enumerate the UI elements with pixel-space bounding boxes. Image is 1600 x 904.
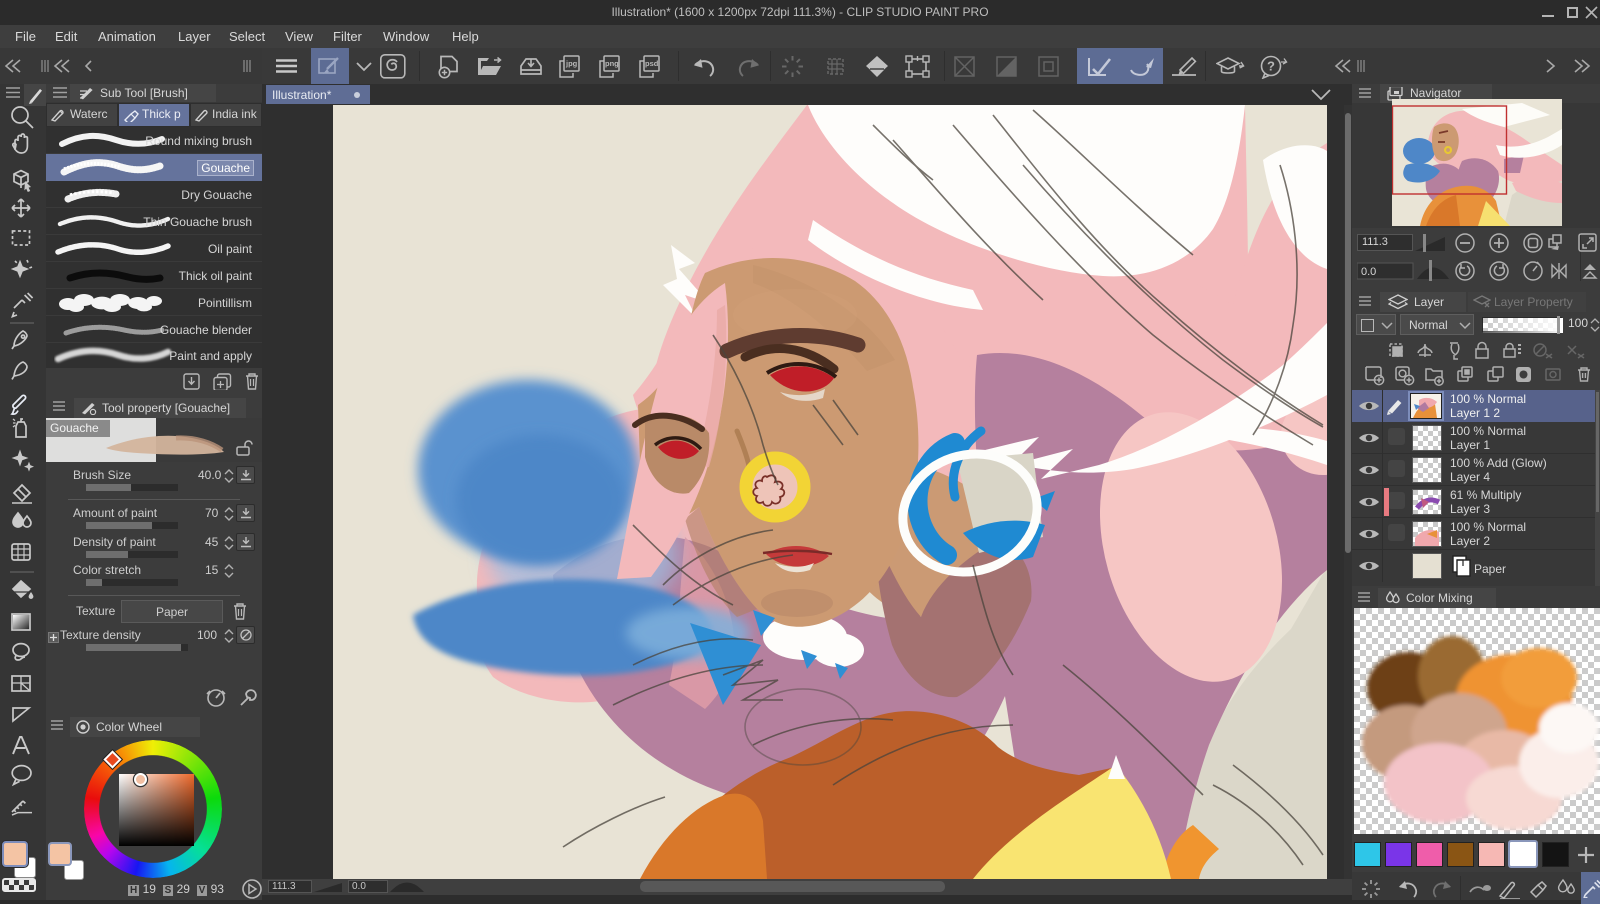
svg-text:?: ? (1267, 59, 1275, 74)
svg-text:png: png (605, 59, 619, 68)
svg-text:0.0: 0.0 (1361, 266, 1376, 278)
svg-text:psd: psd (645, 59, 659, 68)
svg-text:jpg: jpg (565, 59, 578, 68)
